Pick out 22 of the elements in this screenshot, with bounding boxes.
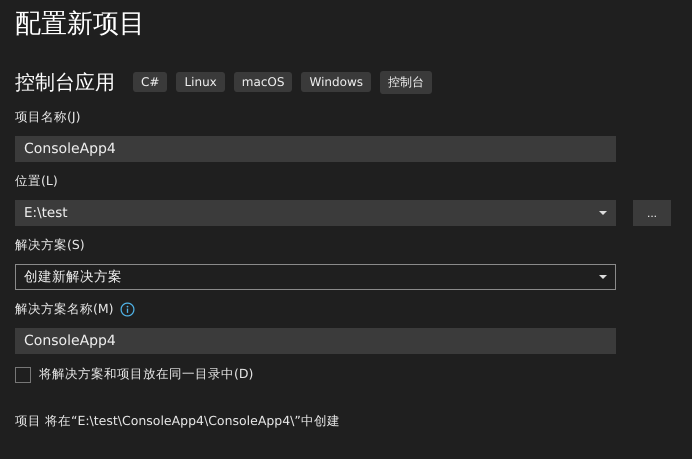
tag: Windows <box>301 72 372 92</box>
solution-dropdown[interactable]: 创建新解决方案 <box>15 264 616 290</box>
text-field[interactable]: ConsoleApp4 <box>15 328 616 354</box>
field-label: 解决方案(S) <box>15 236 85 254</box>
location-note: 项目 将在“E:\test\ConsoleApp4\ConsoleApp4\”中创建 <box>15 413 341 430</box>
browse-button[interactable]: ... <box>633 200 671 226</box>
field-label: 项目名称(J) <box>15 108 80 126</box>
page-title: 配置新项目 <box>15 8 146 41</box>
info-icon[interactable] <box>120 302 135 316</box>
caret-icon <box>599 211 607 215</box>
location-combobox[interactable]: E:\test <box>15 200 616 226</box>
tag: C# <box>133 72 168 92</box>
field-label: 解决方案名称(M) <box>15 300 114 318</box>
template-name: 控制台应用 <box>15 68 115 96</box>
tag: Linux <box>176 72 225 92</box>
checkbox[interactable] <box>15 366 31 382</box>
tag: 控制台 <box>380 70 432 94</box>
checkbox-label: 将解决方案和项目放在同一目录中(D) <box>39 366 254 383</box>
caret-icon <box>599 275 607 279</box>
text-field[interactable]: ConsoleApp4 <box>15 136 616 162</box>
tag: macOS <box>234 72 292 92</box>
field-label: 位置(L) <box>15 172 58 190</box>
